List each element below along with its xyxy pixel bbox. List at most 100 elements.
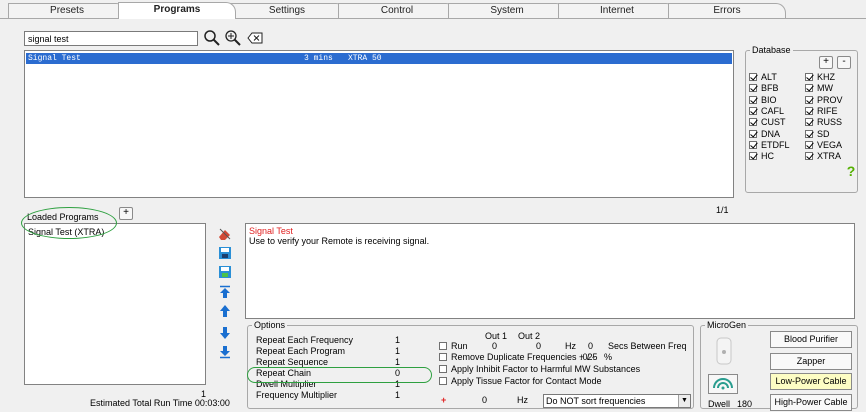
program-database: XTRA 50 xyxy=(348,54,382,63)
chevron-down-icon[interactable]: ▼ xyxy=(678,395,690,407)
program-list[interactable]: Signal Test 3 mins XTRA 50 xyxy=(24,50,734,198)
checkbox[interactable] xyxy=(805,129,813,138)
move-bottom-icon[interactable] xyxy=(218,345,232,359)
loaded-add-button[interactable]: + xyxy=(119,207,133,220)
checkbox[interactable] xyxy=(749,95,757,104)
secs-between-label: Secs Between Freq xyxy=(608,341,687,351)
tab-settings[interactable]: Settings xyxy=(228,3,346,18)
sort-select[interactable]: Do NOT sort frequencies ▼ xyxy=(543,394,691,408)
out2-value[interactable]: 0 xyxy=(536,341,541,351)
database-remove-button[interactable]: - xyxy=(837,56,851,69)
run-label: Run xyxy=(451,341,468,351)
database-item-label: BFB xyxy=(761,83,779,94)
checkbox[interactable] xyxy=(805,73,813,81)
database-item-dna[interactable]: DNA xyxy=(749,129,780,139)
program-row[interactable]: Signal Test 3 mins XTRA 50 xyxy=(26,53,732,64)
database-item-mw[interactable]: MW xyxy=(805,83,833,93)
save-as-icon[interactable] xyxy=(218,265,232,279)
database-item-bio[interactable]: BIO xyxy=(749,95,777,105)
checkbox[interactable] xyxy=(749,84,757,93)
database-item-alt[interactable]: ALT xyxy=(749,72,777,82)
database-item-label: CAFL xyxy=(761,105,785,116)
dwell-label: Dwell xyxy=(708,399,731,409)
highlight-oval-repeat-chain xyxy=(247,367,432,383)
database-item-label: KHZ xyxy=(817,72,835,82)
database-item-rife[interactable]: RIFE xyxy=(805,106,838,116)
move-up-icon[interactable] xyxy=(218,304,232,318)
microgen-signal-button[interactable] xyxy=(708,374,738,394)
clear-search-icon[interactable] xyxy=(246,29,264,47)
tab-programs[interactable]: Programs xyxy=(118,2,236,19)
checkbox[interactable] xyxy=(749,140,757,149)
option-value[interactable]: 1 xyxy=(395,346,400,356)
checkbox[interactable] xyxy=(805,106,813,115)
erase-icon[interactable] xyxy=(218,227,232,241)
tab-presets[interactable]: Presets xyxy=(8,3,126,18)
low-power-cable-button[interactable]: Low-Power Cable xyxy=(770,373,852,390)
database-add-button[interactable]: + xyxy=(819,56,833,69)
database-item-sd[interactable]: SD xyxy=(805,129,830,139)
tab-system[interactable]: System xyxy=(448,3,566,18)
checkbox[interactable] xyxy=(749,73,757,81)
tissue-factor-checkbox[interactable]: Apply Tissue Factor for Contact Mode xyxy=(439,376,602,386)
checkbox[interactable] xyxy=(805,140,813,149)
database-item-russ[interactable]: RUSS xyxy=(805,117,842,127)
database-item-label: DNA xyxy=(761,128,781,139)
checkbox[interactable] xyxy=(805,95,813,104)
database-item-hc[interactable]: HC xyxy=(749,151,774,161)
tab-internet[interactable]: Internet xyxy=(558,3,676,18)
loaded-programs-list[interactable]: Signal Test (XTRA) xyxy=(24,223,206,385)
remove-duplicates-box[interactable] xyxy=(439,353,447,361)
tab-bar: Presets Programs Settings Control System… xyxy=(0,0,866,19)
description-title: Signal Test xyxy=(249,226,293,236)
checkbox[interactable] xyxy=(805,118,813,127)
database-item-prov[interactable]: PROV xyxy=(805,95,843,105)
inhibit-factor-label: Apply Inhibit Factor to Harmful MW Subst… xyxy=(451,364,641,374)
zoom-search-icon[interactable] xyxy=(224,29,242,47)
run-checkbox-box[interactable] xyxy=(439,342,447,350)
database-item-vega[interactable]: VEGA xyxy=(805,140,842,150)
remove-duplicates-value[interactable]: .025 xyxy=(580,352,598,362)
dwell-value[interactable]: 180 xyxy=(737,399,752,409)
remove-duplicates-label: Remove Duplicate Frequencies + / - xyxy=(451,352,595,362)
highlight-oval-loaded xyxy=(21,207,117,239)
tissue-factor-box[interactable] xyxy=(439,377,447,385)
option-label: Frequency Multiplier xyxy=(256,390,338,400)
database-item-label: BIO xyxy=(761,94,777,105)
checkbox[interactable] xyxy=(749,106,757,115)
database-item-etdfl[interactable]: ETDFL xyxy=(749,140,790,150)
database-item-cust[interactable]: CUST xyxy=(749,117,786,127)
checkbox[interactable] xyxy=(749,152,757,161)
option-value[interactable]: 1 xyxy=(395,357,400,367)
search-input[interactable] xyxy=(24,31,198,46)
high-power-cable-button[interactable]: High-Power Cable xyxy=(770,394,852,411)
database-item-bfb[interactable]: BFB xyxy=(749,83,779,93)
move-top-icon[interactable] xyxy=(218,285,232,299)
program-description: Signal Test Use to verify your Remote is… xyxy=(245,223,855,319)
database-item-cafl[interactable]: CAFL xyxy=(749,106,784,116)
secs-value[interactable]: 0 xyxy=(588,341,593,351)
blood-purifier-button[interactable]: Blood Purifier xyxy=(770,331,852,348)
database-item-xtra[interactable]: XTRA xyxy=(805,151,841,161)
checkbox[interactable] xyxy=(749,118,757,127)
inhibit-factor-checkbox[interactable]: Apply Inhibit Factor to Harmful MW Subst… xyxy=(439,364,640,374)
move-down-icon[interactable] xyxy=(218,326,232,340)
zapper-button[interactable]: Zapper xyxy=(770,353,852,370)
program-duration: 3 mins xyxy=(304,54,333,63)
tab-control[interactable]: Control xyxy=(338,3,456,18)
remove-duplicates-checkbox[interactable]: Remove Duplicate Frequencies + / - xyxy=(439,352,595,362)
tab-errors[interactable]: Errors xyxy=(668,3,786,18)
checkbox[interactable] xyxy=(749,129,757,138)
checkbox[interactable] xyxy=(805,84,813,93)
save-icon[interactable] xyxy=(218,246,232,260)
option-value[interactable]: 1 xyxy=(395,390,400,400)
run-checkbox[interactable]: Run xyxy=(439,341,468,351)
option-value[interactable]: 1 xyxy=(395,335,400,345)
offset-value[interactable]: 0 xyxy=(482,395,487,405)
inhibit-factor-box[interactable] xyxy=(439,365,447,373)
out1-value[interactable]: 0 xyxy=(492,341,497,351)
search-icon[interactable] xyxy=(203,29,221,47)
help-icon[interactable]: ? xyxy=(844,163,858,179)
checkbox[interactable] xyxy=(805,152,813,161)
database-item-khz[interactable]: KHZ xyxy=(805,72,835,82)
